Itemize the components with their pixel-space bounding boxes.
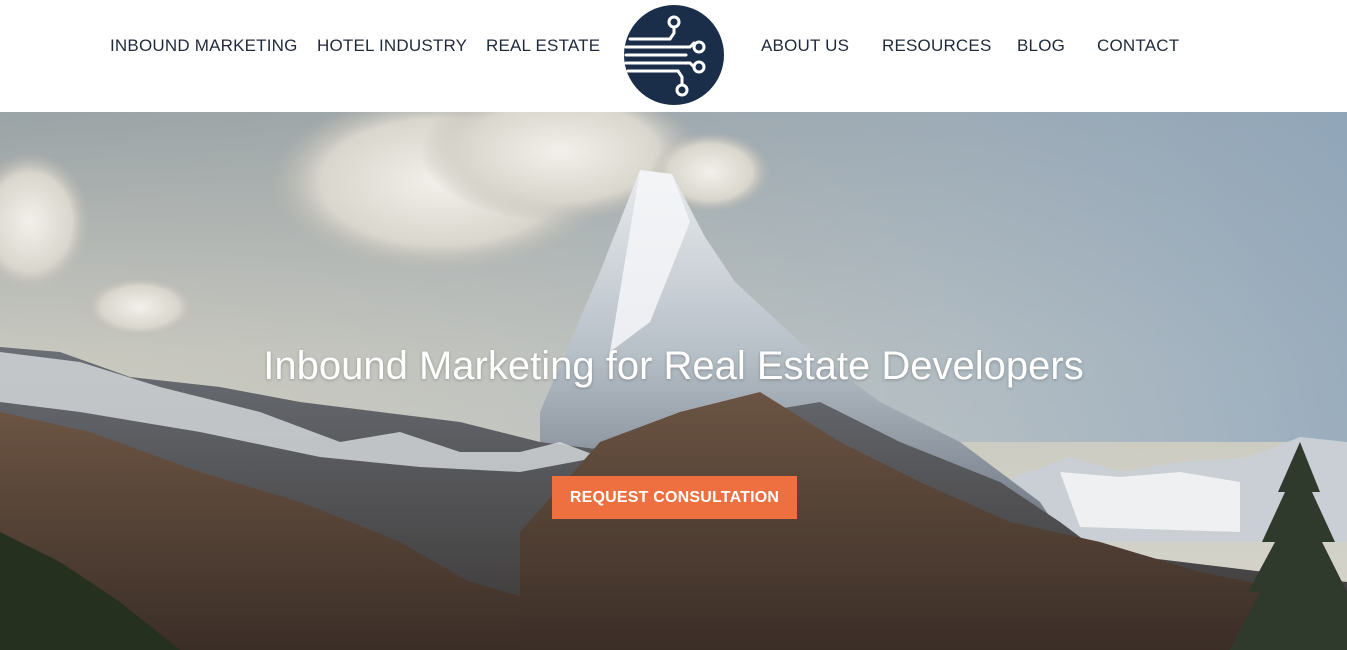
site-header: INBOUND MARKETING HOTEL INDUSTRY REAL ES… bbox=[0, 0, 1347, 112]
nav-link-blog[interactable]: BLOG bbox=[1017, 36, 1065, 56]
nav-link-hotel-industry[interactable]: HOTEL INDUSTRY bbox=[317, 36, 467, 56]
nav-link-resources[interactable]: RESOURCES bbox=[882, 36, 992, 56]
nav-link-inbound-marketing[interactable]: INBOUND MARKETING bbox=[110, 36, 298, 56]
home-logo-link[interactable] bbox=[624, 5, 724, 105]
circuit-logo-icon bbox=[624, 5, 724, 105]
hero-title: Inbound Marketing for Real Estate Develo… bbox=[263, 344, 1084, 388]
nav-link-contact[interactable]: CONTACT bbox=[1097, 36, 1179, 56]
hero-section: Inbound Marketing for Real Estate Develo… bbox=[0, 112, 1347, 650]
nav-link-real-estate[interactable]: REAL ESTATE bbox=[486, 36, 600, 56]
nav-link-about-us[interactable]: ABOUT US bbox=[761, 36, 849, 56]
request-consultation-button[interactable]: REQUEST CONSULTATION bbox=[552, 476, 797, 519]
